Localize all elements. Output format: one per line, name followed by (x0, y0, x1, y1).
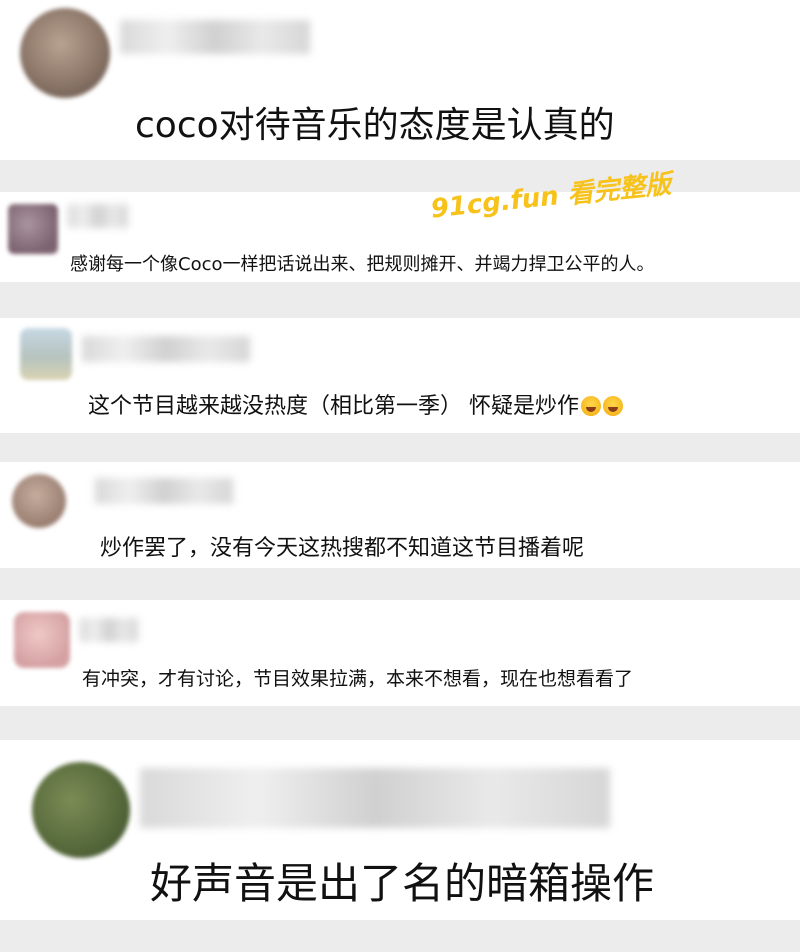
username-blurred[interactable] (140, 768, 610, 828)
laughing-crying-emoji-icon (603, 396, 623, 416)
comment-text: coco对待音乐的态度是认真的 (135, 105, 615, 146)
avatar[interactable] (20, 328, 72, 380)
comment-card: 这个节目越来越没热度（相比第一季） 怀疑是炒作 (0, 318, 800, 433)
username-blurred[interactable] (95, 478, 233, 504)
laughing-crying-emoji-icon (581, 396, 601, 416)
comment-card: 好声音是出了名的暗箱操作 (0, 740, 800, 920)
comment-text: 好声音是出了名的暗箱操作 (150, 859, 655, 908)
comment-text: 感谢每一个像Coco一样把话说出来、把规则摊开、并竭力捍卫公平的人。 (70, 254, 655, 275)
avatar[interactable] (20, 8, 110, 98)
avatar[interactable] (12, 474, 66, 528)
comment-card: coco对待音乐的态度是认真的 (0, 0, 800, 160)
username-blurred[interactable] (68, 204, 128, 228)
comment-text: 炒作罢了，没有今天这热搜都不知道这节目播着呢 (100, 536, 585, 561)
username-blurred[interactable] (82, 336, 250, 362)
avatar[interactable] (14, 612, 70, 668)
avatar[interactable] (8, 204, 58, 254)
comment-text: 有冲突，才有讨论，节目效果拉满，本来不想看，现在也想看看了 (82, 668, 634, 690)
username-blurred[interactable] (120, 20, 310, 54)
comment-text: 这个节目越来越没热度（相比第一季） 怀疑是炒作 (88, 388, 623, 420)
username-blurred[interactable] (80, 618, 138, 642)
comment-card: 有冲突，才有讨论，节目效果拉满，本来不想看，现在也想看看了 (0, 600, 800, 706)
comment-card: 炒作罢了，没有今天这热搜都不知道这节目播着呢 (0, 462, 800, 568)
comment-card: 感谢每一个像Coco一样把话说出来、把规则摊开、并竭力捍卫公平的人。 (0, 192, 800, 282)
avatar[interactable] (32, 762, 130, 858)
